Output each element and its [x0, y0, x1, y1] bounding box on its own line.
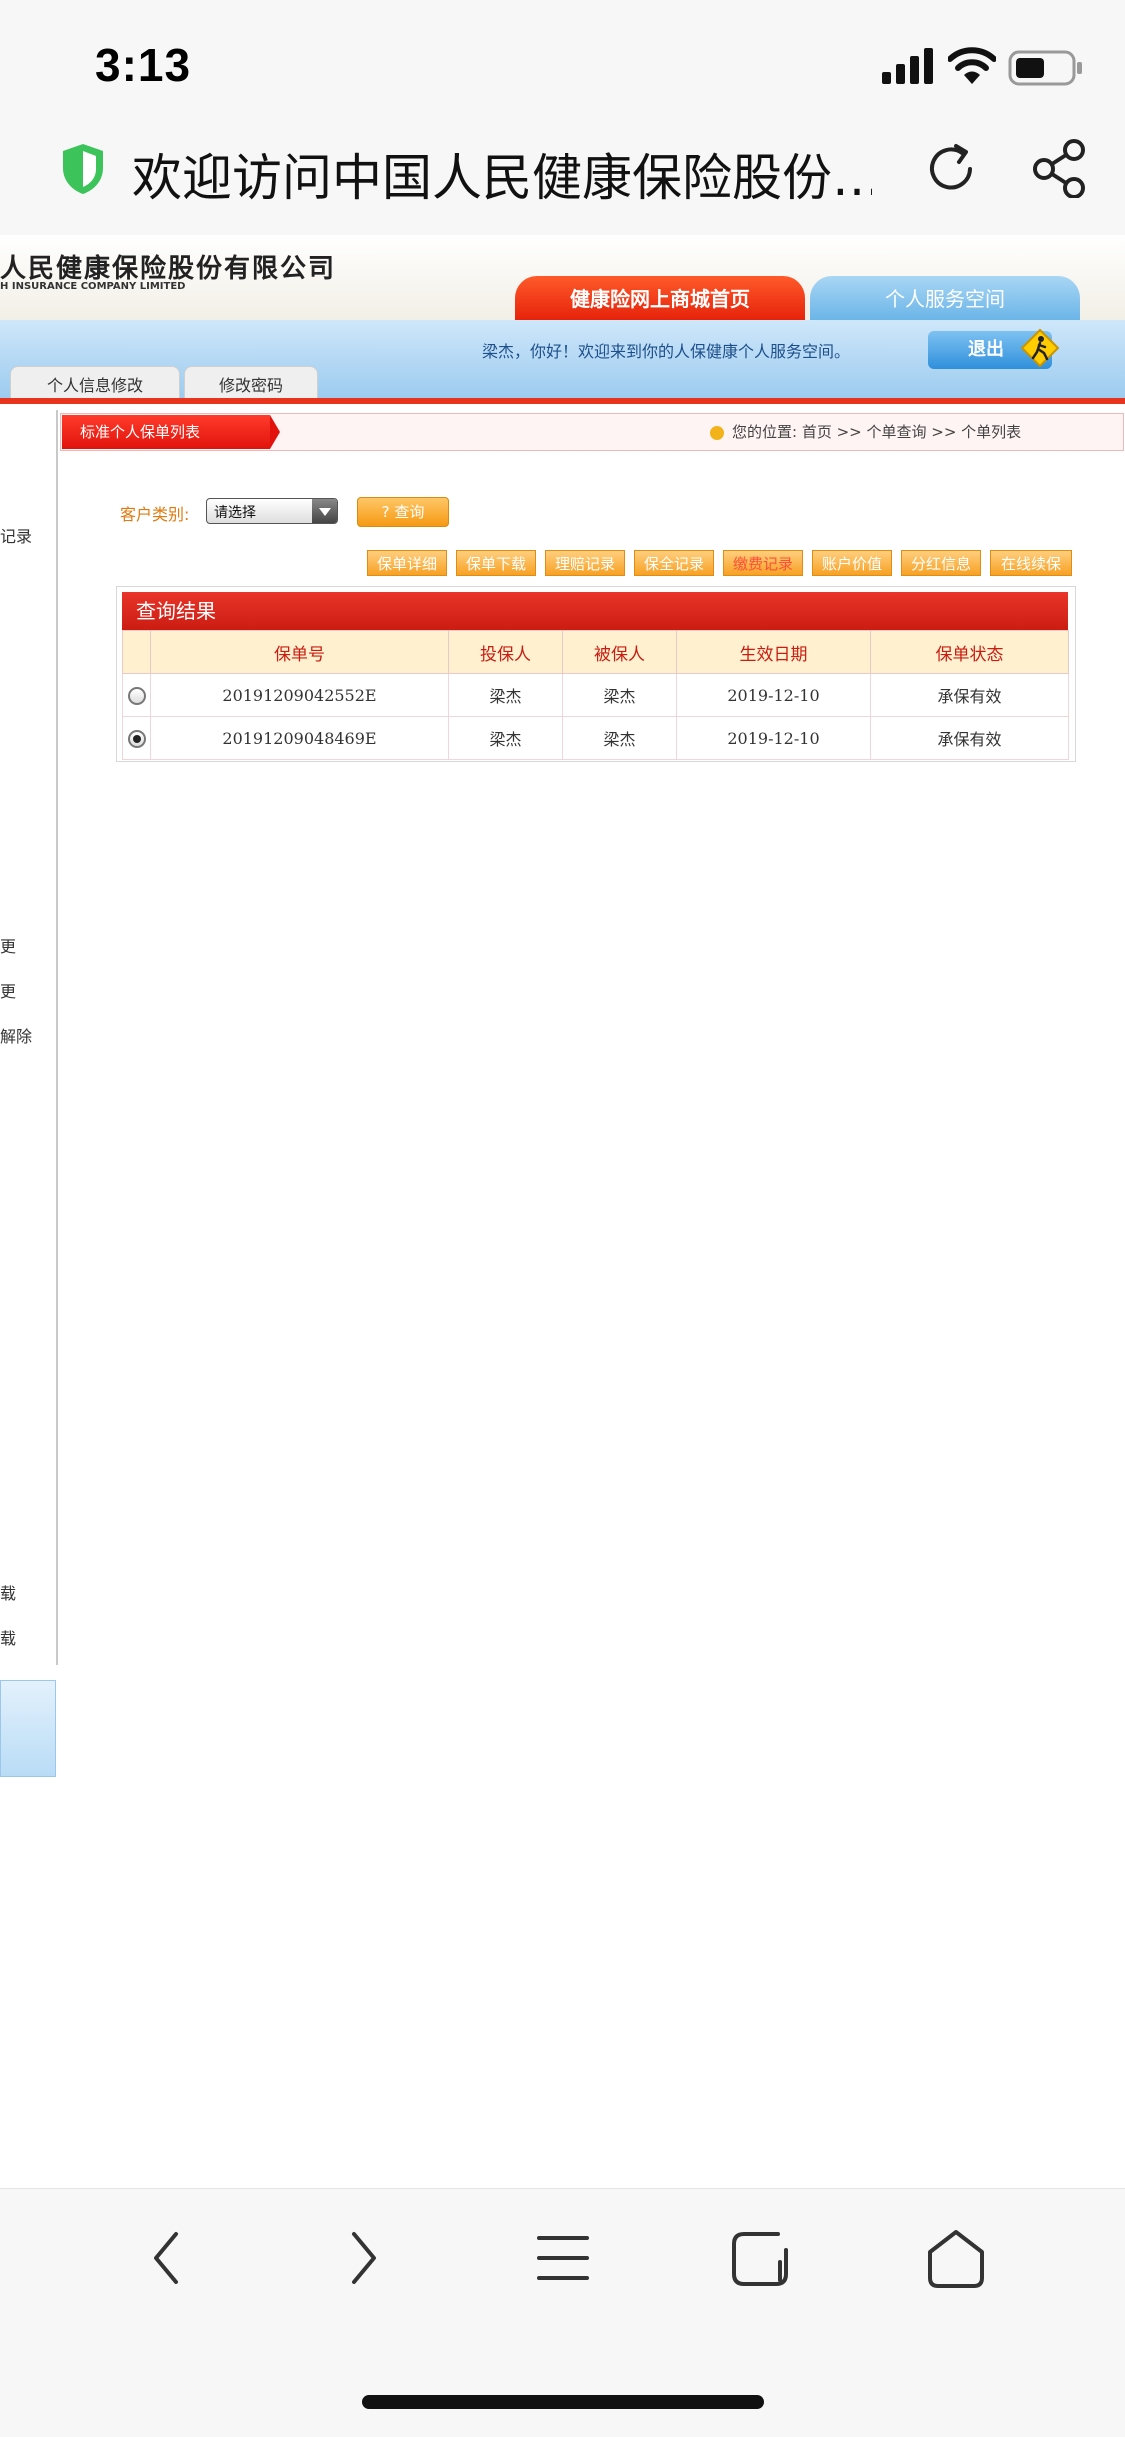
insured: 梁杰	[562, 716, 677, 760]
home-indicator[interactable]	[362, 2395, 764, 2409]
online-renewal-button[interactable]: 在线续保	[990, 550, 1072, 576]
query-button[interactable]: ? 查询	[357, 497, 449, 527]
row-radio-selected[interactable]	[127, 729, 146, 748]
effective-date: 2019-12-10	[676, 716, 871, 760]
welcome-message: 梁杰，你好！欢迎来到你的人保健康个人服务空间。	[482, 342, 851, 361]
account-value-button[interactable]: 账户价值	[812, 550, 892, 576]
menu-icon[interactable]	[536, 2232, 590, 2284]
claim-record-button[interactable]: 理赔记录	[545, 550, 625, 576]
forward-icon[interactable]	[346, 2230, 382, 2286]
policy-number: 20191209048469E	[150, 716, 449, 760]
section-title-tab: 标准个人保单列表	[62, 415, 270, 449]
table-row[interactable]: 20191209048469E 梁杰 梁杰 2019-12-10 承保有效	[122, 716, 1069, 760]
shield-icon	[60, 142, 106, 196]
applicant: 梁杰	[448, 673, 563, 717]
table-header-row: 保单号 投保人 被保人 生效日期 保单状态	[122, 630, 1069, 674]
sidebar-item[interactable]: 载	[0, 1580, 16, 1604]
policy-status: 承保有效	[870, 716, 1069, 760]
signal-icon	[880, 48, 936, 84]
column-header: 保单状态	[870, 630, 1069, 674]
sidebar-item[interactable]: 载	[0, 1625, 16, 1649]
sidebar-item[interactable]: 记录	[0, 523, 32, 547]
policy-number: 20191209042552E	[150, 673, 449, 717]
policy-download-button[interactable]: 保单下载	[456, 550, 536, 576]
select-column-header	[122, 630, 151, 674]
column-header: 投保人	[448, 630, 563, 674]
reload-icon[interactable]	[922, 140, 980, 198]
policy-table: 保单号 投保人 被保人 生效日期 保单状态 20191209042552E 梁杰…	[122, 630, 1069, 760]
battery-icon	[1008, 50, 1084, 86]
result-title: 查询结果	[122, 592, 1068, 630]
section-tab-arrow	[270, 415, 280, 449]
back-icon[interactable]	[148, 2230, 184, 2286]
row-radio-cell[interactable]	[122, 716, 151, 760]
applicant: 梁杰	[448, 716, 563, 760]
customer-type-label: 客户类别:	[120, 505, 190, 524]
tab-personal-space[interactable]: 个人服务空间	[810, 276, 1080, 320]
policy-status: 承保有效	[870, 673, 1069, 717]
insured: 梁杰	[562, 673, 677, 717]
row-radio[interactable]	[127, 686, 146, 705]
table-row[interactable]: 20191209042552E 梁杰 梁杰 2019-12-10 承保有效	[122, 673, 1069, 717]
sidebar-panel	[0, 1680, 56, 1777]
sidebar-item[interactable]: 更	[0, 978, 16, 1002]
status-time: 3:13	[95, 39, 192, 91]
column-header: 生效日期	[676, 630, 871, 674]
breadcrumb: 您的位置: 首页 >> 个单查询 >> 个单列表	[732, 423, 1022, 441]
company-logo-text: 人民健康保险股份有限公司	[0, 254, 337, 284]
preservation-record-button[interactable]: 保全记录	[634, 550, 714, 576]
location-dot-icon	[710, 426, 724, 440]
share-icon[interactable]	[1032, 138, 1088, 198]
dividend-info-button[interactable]: 分红信息	[901, 550, 981, 576]
page-title[interactable]: 欢迎访问中国人民健康保险股份…	[132, 138, 872, 210]
chevron-down-icon[interactable]	[319, 508, 331, 516]
home-icon[interactable]	[924, 2228, 988, 2290]
wifi-icon	[948, 46, 996, 86]
sidebar-item[interactable]: 解除	[0, 1023, 32, 1047]
payment-record-button[interactable]: 缴费记录	[723, 550, 803, 576]
tab-online-mall[interactable]: 健康险网上商城首页	[515, 276, 805, 320]
exit-walking-icon[interactable]	[1020, 328, 1060, 368]
column-header: 被保人	[562, 630, 677, 674]
column-header: 保单号	[150, 630, 449, 674]
row-radio-cell[interactable]	[122, 673, 151, 717]
customer-type-select-value[interactable]: 请选择	[214, 502, 256, 522]
sidebar-item[interactable]: 更	[0, 933, 16, 957]
header-divider	[0, 398, 1125, 404]
tabs-icon[interactable]	[730, 2230, 790, 2288]
company-logo-english: H INSURANCE COMPANY LIMITED	[0, 281, 186, 292]
policy-detail-button[interactable]: 保单详细	[367, 550, 447, 576]
effective-date: 2019-12-10	[676, 673, 871, 717]
